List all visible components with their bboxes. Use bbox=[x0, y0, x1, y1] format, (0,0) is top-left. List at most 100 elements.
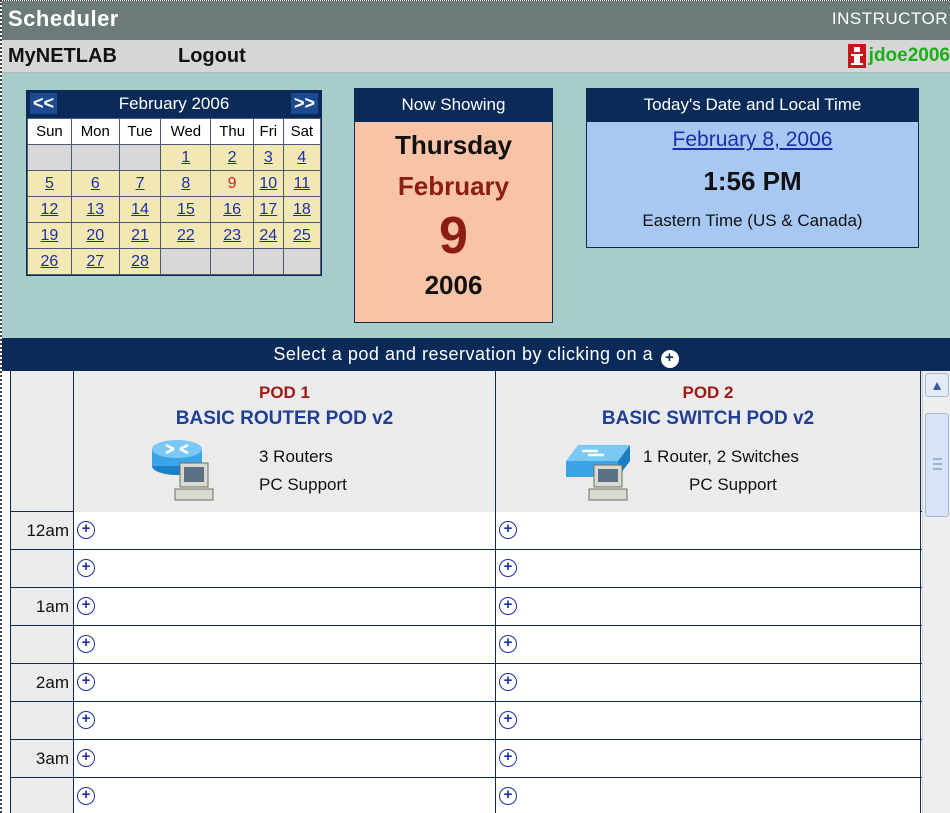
add-reservation-icon[interactable]: + bbox=[77, 711, 95, 729]
calendar-day-link[interactable]: 8 bbox=[181, 175, 190, 192]
time-slot-row: 12am + + bbox=[11, 512, 922, 550]
now-showing-day: 9 bbox=[439, 207, 468, 265]
calendar-day-cell: 26 bbox=[27, 248, 72, 275]
pod-description: 1 Router, 2 Switches bbox=[643, 447, 799, 466]
calendar-day-link[interactable]: 13 bbox=[86, 201, 104, 218]
pod-2-slot: + bbox=[496, 550, 921, 587]
calendar-day-link[interactable]: 23 bbox=[223, 227, 241, 244]
pod-1-slot: + bbox=[74, 664, 496, 701]
scheduler-window: Scheduler INSTRUCTOR MyNETLAB Logout jdo… bbox=[0, 0, 950, 813]
logout-link[interactable]: Logout bbox=[178, 45, 246, 68]
add-reservation-icon[interactable]: + bbox=[77, 597, 95, 615]
calendar-day-link[interactable]: 3 bbox=[264, 149, 273, 166]
calendar-day-link[interactable]: 26 bbox=[41, 253, 59, 270]
calendar-day-link[interactable]: 15 bbox=[177, 201, 195, 218]
calendar-day-cell: 9 bbox=[210, 170, 254, 197]
calendar-header: << February 2006 >> bbox=[27, 91, 321, 118]
calendar-day-link[interactable]: 5 bbox=[45, 175, 54, 192]
role-label: INSTRUCTOR bbox=[831, 9, 948, 28]
add-reservation-icon[interactable]: + bbox=[77, 521, 95, 539]
weekday-label: Mon bbox=[70, 118, 120, 145]
time-label: 3am bbox=[11, 740, 74, 777]
mynetlab-link[interactable]: MyNETLAB bbox=[8, 45, 117, 68]
calendar-day-cell: 21 bbox=[118, 222, 162, 249]
calendar-day-cell: 1 bbox=[160, 144, 212, 171]
pod-2-header: POD 2 BASIC SWITCH POD v2 1 Router, 2 Sw… bbox=[496, 371, 921, 512]
now-showing-weekday: Thursday bbox=[394, 130, 513, 160]
calendar-day-link[interactable]: 6 bbox=[91, 175, 100, 192]
add-reservation-icon[interactable]: + bbox=[499, 673, 517, 691]
next-month-button[interactable]: >> bbox=[290, 93, 318, 114]
add-reservation-icon[interactable]: + bbox=[499, 749, 517, 767]
time-column-header bbox=[11, 371, 74, 511]
add-reservation-icon[interactable]: + bbox=[77, 559, 95, 577]
calendar-day-link[interactable]: 18 bbox=[293, 201, 311, 218]
add-reservation-icon[interactable]: + bbox=[499, 559, 517, 577]
calendar-day-link[interactable]: 11 bbox=[294, 175, 311, 192]
calendar-week: 19 20 21 22 23 24 25 bbox=[27, 222, 322, 249]
vertical-scrollbar[interactable]: ▲ bbox=[922, 371, 950, 813]
pod-2-slot: + bbox=[496, 702, 921, 739]
calendar-day-link[interactable]: 14 bbox=[131, 201, 149, 218]
calendar-day-link[interactable]: 28 bbox=[131, 253, 149, 270]
calendar-day-cell: 3 bbox=[252, 144, 284, 171]
calendar-day-cell: 28 bbox=[118, 248, 162, 275]
calendar-day-link[interactable]: 25 bbox=[293, 227, 311, 244]
calendar-day-link[interactable]: 21 bbox=[131, 227, 149, 244]
pod-2-slot: + bbox=[496, 626, 921, 663]
add-reservation-icon[interactable]: + bbox=[77, 635, 95, 653]
calendar-day-link[interactable]: 17 bbox=[259, 201, 277, 218]
calendar-day-link[interactable]: 27 bbox=[86, 253, 104, 270]
username[interactable]: jdoe2006 bbox=[869, 45, 950, 67]
calendar-day-link[interactable]: 16 bbox=[223, 201, 241, 218]
pod-2-slot: + bbox=[496, 740, 921, 777]
time-label bbox=[11, 626, 74, 663]
today-date-link[interactable]: February 8, 2006 bbox=[587, 128, 918, 152]
calendar-day-link[interactable]: 12 bbox=[41, 201, 59, 218]
add-reservation-icon[interactable]: + bbox=[499, 711, 517, 729]
calendar-day-link[interactable]: 4 bbox=[297, 149, 306, 166]
calendar-day-cell: 20 bbox=[70, 222, 120, 249]
user-info-icon[interactable] bbox=[847, 44, 866, 68]
pod-support: PC Support bbox=[689, 475, 777, 494]
calendar-day-link[interactable]: 9 bbox=[228, 175, 237, 192]
calendar-day-cell: 4 bbox=[282, 144, 322, 171]
local-time: 1:56 PM bbox=[703, 166, 802, 196]
calendar-day-link[interactable]: 22 bbox=[177, 227, 195, 244]
calendar-day-link[interactable]: 20 bbox=[86, 227, 104, 244]
calendar-day-link[interactable]: 19 bbox=[41, 227, 59, 244]
now-showing-month: February bbox=[397, 171, 510, 201]
add-reservation-icon[interactable]: + bbox=[77, 787, 95, 805]
time-label bbox=[11, 778, 74, 813]
scroll-grip-icon bbox=[933, 458, 942, 470]
title-bar: Scheduler INSTRUCTOR bbox=[2, 1, 950, 40]
calendar-day-link[interactable]: 24 bbox=[259, 227, 277, 244]
scroll-up-icon[interactable]: ▲ bbox=[925, 373, 949, 397]
calendar-day-link[interactable]: 7 bbox=[136, 175, 145, 192]
calendar-day-cell: 6 bbox=[70, 170, 120, 197]
time-slot-row: + + bbox=[11, 626, 922, 664]
pod-number: POD 1 bbox=[258, 383, 311, 402]
pod-1-header: POD 1 BASIC ROUTER POD v2 3 Routers PC S… bbox=[74, 371, 496, 512]
add-reservation-icon[interactable]: + bbox=[499, 597, 517, 615]
scroll-thumb[interactable] bbox=[925, 413, 949, 517]
calendar-day-cell: 23 bbox=[210, 222, 254, 249]
add-reservation-icon[interactable]: + bbox=[77, 673, 95, 691]
pod-description: 3 Routers bbox=[259, 447, 333, 466]
calendar-day-cell: 25 bbox=[282, 222, 322, 249]
calendar-day-link[interactable]: 2 bbox=[228, 149, 237, 166]
add-reservation-icon[interactable]: + bbox=[499, 521, 517, 539]
calendar-week: 1 2 3 4 bbox=[27, 144, 322, 171]
user-area: jdoe2006 bbox=[847, 44, 950, 68]
calendar-day-link[interactable]: 10 bbox=[259, 175, 277, 192]
add-reservation-icon[interactable]: + bbox=[499, 787, 517, 805]
time-zone: Eastern Time (US & Canada) bbox=[642, 211, 863, 230]
add-reservation-icon[interactable]: + bbox=[499, 635, 517, 653]
add-reservation-icon[interactable]: + bbox=[77, 749, 95, 767]
calendar-day-cell: 19 bbox=[27, 222, 72, 249]
switch-pc-icon bbox=[564, 433, 634, 503]
calendar-day-cell: 15 bbox=[160, 196, 212, 223]
time-slot-rows: 12am + + + +1am + + + +2am + + + +3am + + + + bbox=[11, 512, 922, 813]
calendar-day-link[interactable]: 1 bbox=[181, 149, 190, 166]
reservation-grid: POD 1 BASIC ROUTER POD v2 3 Routers PC S… bbox=[10, 371, 922, 813]
